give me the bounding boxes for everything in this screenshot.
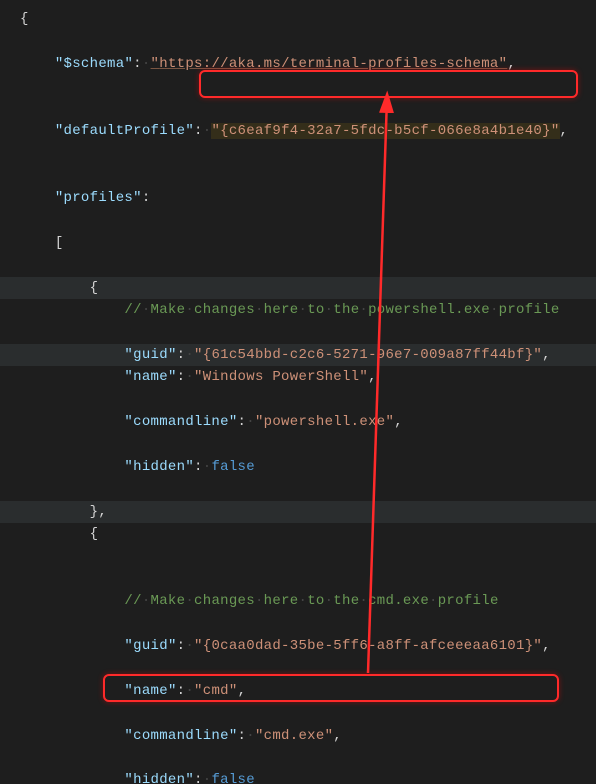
hidden-value: false xyxy=(211,772,255,784)
brace-open: { xyxy=(20,11,29,27)
comment: //·Make·changes·here·to·the·powershell.e… xyxy=(124,302,559,318)
key-default-profile: "defaultProfile" xyxy=(55,123,194,139)
key-schema: "$schema" xyxy=(55,56,133,72)
key-commandline: "commandline" xyxy=(124,728,237,744)
comment: //·Make·changes·here·to·the·cmd.exe·prof… xyxy=(124,593,498,609)
key-guid: "guid" xyxy=(124,638,176,654)
bracket-open: [ xyxy=(55,235,64,251)
guid-value: "{61c54bbd-c2c6-5271-96e7-009a87ff44bf}" xyxy=(194,347,542,363)
profile-item-open: { xyxy=(90,280,99,296)
commandline-value: "powershell.exe" xyxy=(255,414,394,430)
name-value: "cmd" xyxy=(194,683,238,699)
key-hidden: "hidden" xyxy=(124,459,194,475)
name-value: "Windows PowerShell" xyxy=(194,369,368,385)
json-editor[interactable]: { "$schema":·"https://aka.ms/terminal-pr… xyxy=(0,0,596,784)
key-name: "name" xyxy=(124,369,176,385)
key-guid: "guid" xyxy=(124,347,176,363)
commandline-value: "cmd.exe" xyxy=(255,728,333,744)
schema-url[interactable]: "https://aka.ms/terminal-profiles-schema… xyxy=(151,56,508,72)
key-name: "name" xyxy=(124,683,176,699)
hidden-value: false xyxy=(211,459,255,475)
profile-item-open: { xyxy=(90,526,99,542)
key-profiles: "profiles" xyxy=(55,190,142,206)
default-profile-value: "{c6eaf9f4-32a7-5fdc-b5cf-066e8a4b1e40}" xyxy=(211,123,559,139)
key-commandline: "commandline" xyxy=(124,414,237,430)
profile-item-close: }, xyxy=(90,504,107,520)
guid-value: "{0caa0dad-35be-5ff6-a8ff-afceeeaa6101}" xyxy=(194,638,542,654)
key-hidden: "hidden" xyxy=(124,772,194,784)
